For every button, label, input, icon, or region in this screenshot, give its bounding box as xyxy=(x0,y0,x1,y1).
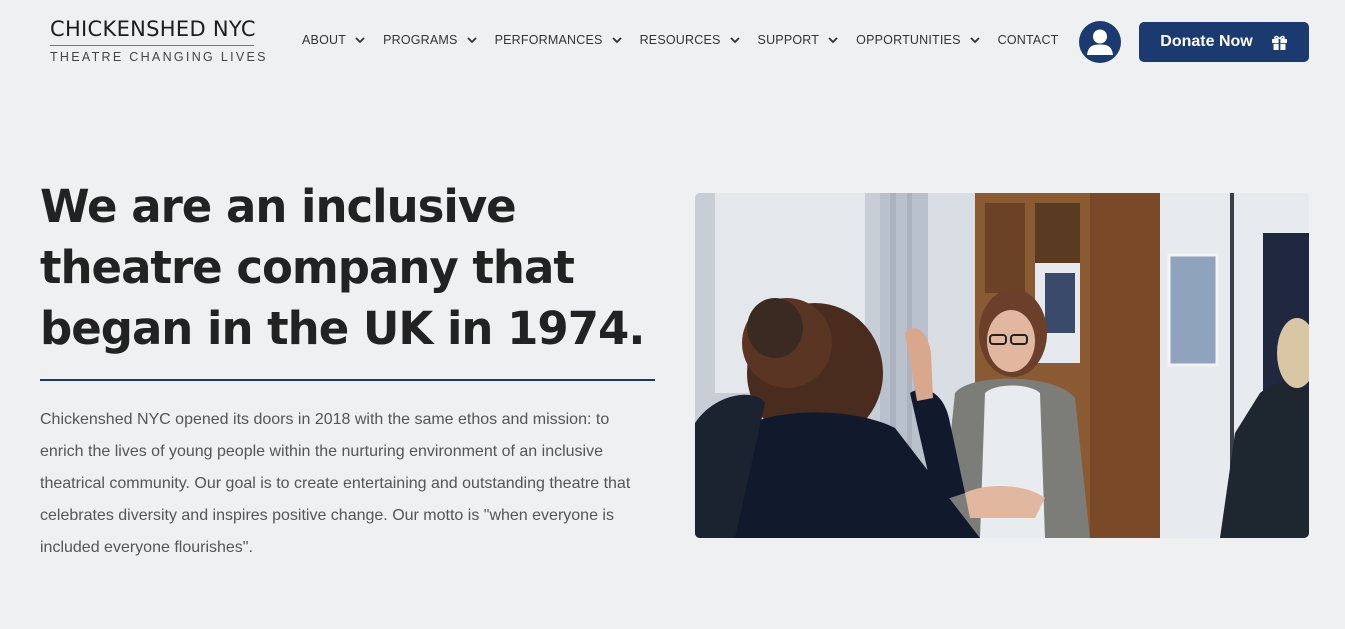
chevron-down-icon xyxy=(969,37,980,44)
nav-item-label: PERFORMANCES xyxy=(494,33,603,47)
hero-photo xyxy=(695,193,1309,538)
chevron-down-icon xyxy=(466,37,477,44)
nav-item-about[interactable]: ABOUT xyxy=(302,33,366,47)
account-button[interactable] xyxy=(1079,21,1121,63)
site-header: CHICKENSHED NYC THEATRE CHANGING LIVES A… xyxy=(0,0,1345,84)
donate-button[interactable]: Donate Now xyxy=(1139,22,1309,62)
logo-tagline: THEATRE CHANGING LIVES xyxy=(50,50,268,64)
nav-item-opportunities[interactable]: OPPORTUNITIES xyxy=(856,33,980,47)
hero-headline: We are an inclusive theatre company that… xyxy=(40,180,645,355)
hero-body-text: Chickenshed NYC opened its doors in 2018… xyxy=(40,411,631,556)
nav-item-label: PROGRAMS xyxy=(383,33,458,47)
nav-item-label: ABOUT xyxy=(302,33,347,47)
nav-item-performances[interactable]: PERFORMANCES xyxy=(495,33,623,47)
nav-item-contact[interactable]: CONTACT xyxy=(998,33,1059,47)
nav-item-programs[interactable]: PROGRAMS xyxy=(383,33,478,47)
gift-icon xyxy=(1271,35,1287,50)
main-nav: ABOUT PROGRAMS PERFORMANCES RESOURCES SU… xyxy=(302,33,1076,47)
logo-title: CHICKENSHED NYC xyxy=(50,17,256,41)
nav-item-label: OPPORTUNITIES xyxy=(856,33,961,47)
chevron-down-icon xyxy=(355,37,365,44)
nav-item-label: CONTACT xyxy=(997,33,1059,47)
chevron-down-icon xyxy=(611,37,622,44)
site-logo[interactable]: CHICKENSHED NYC THEATRE CHANGING LIVES xyxy=(50,16,268,64)
chevron-down-icon xyxy=(828,37,838,44)
hero-photo-illustration xyxy=(695,193,1309,538)
nav-item-label: SUPPORT xyxy=(757,33,820,47)
logo-divider xyxy=(50,45,254,46)
user-icon xyxy=(1087,29,1113,55)
chevron-down-icon xyxy=(729,37,740,44)
hero-divider xyxy=(40,379,655,381)
nav-item-support[interactable]: SUPPORT xyxy=(758,33,840,47)
nav-item-label: RESOURCES xyxy=(639,33,721,47)
nav-item-resources[interactable]: RESOURCES xyxy=(640,33,741,47)
donate-button-label: Donate Now xyxy=(1160,33,1253,50)
